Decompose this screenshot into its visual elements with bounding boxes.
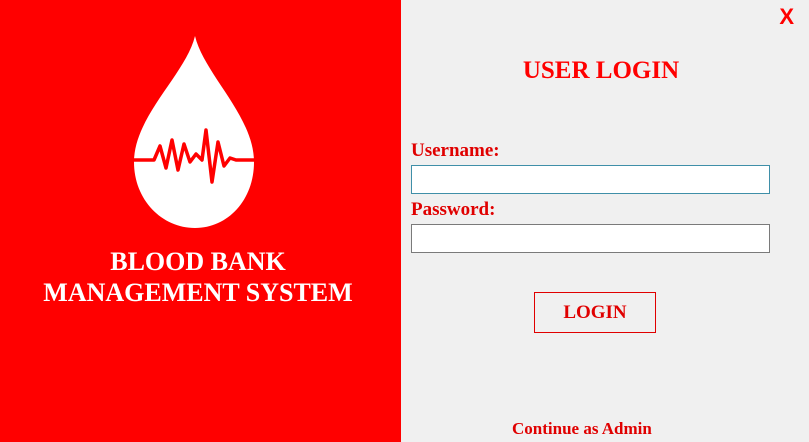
- app-title: BLOOD BANK MANAGEMENT SYSTEM: [0, 246, 396, 308]
- username-label: Username:: [411, 140, 500, 161]
- branding-panel: BLOOD BANK MANAGEMENT SYSTEM: [0, 0, 401, 442]
- blood-drop-heartbeat-icon: [128, 36, 258, 228]
- password-input[interactable]: [411, 224, 770, 253]
- login-panel: X USER LOGIN Username: Password: LOGIN C…: [401, 0, 809, 442]
- continue-as-admin-link[interactable]: Continue as Admin: [512, 419, 652, 439]
- login-button[interactable]: LOGIN: [534, 292, 656, 333]
- app-title-line2: MANAGEMENT SYSTEM: [43, 278, 353, 307]
- close-button[interactable]: X: [779, 5, 794, 29]
- app-title-line1: BLOOD BANK: [110, 247, 286, 276]
- username-input[interactable]: [411, 165, 770, 194]
- login-title: USER LOGIN: [522, 57, 680, 84]
- password-label: Password:: [411, 199, 496, 220]
